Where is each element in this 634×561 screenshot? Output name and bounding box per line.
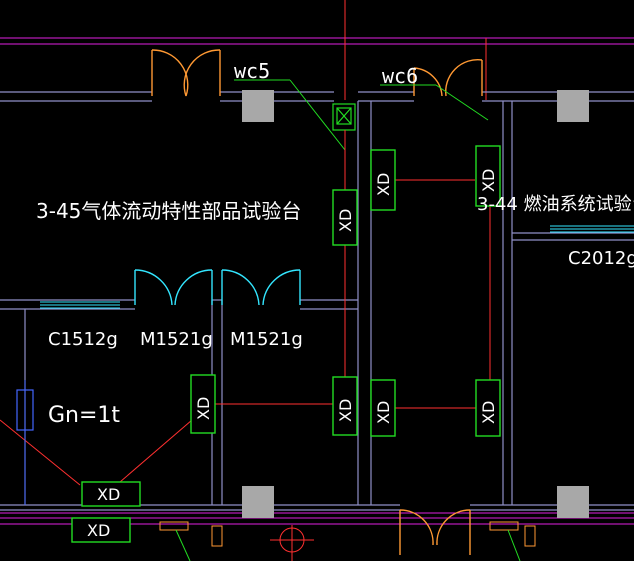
xd-box: XD <box>332 376 358 436</box>
svg-text:XD: XD <box>479 169 498 192</box>
walls <box>0 91 634 511</box>
door-top-left <box>151 49 221 97</box>
svg-text:XD: XD <box>479 401 498 424</box>
door-bottom <box>399 509 471 555</box>
door-wc6 <box>413 59 483 97</box>
xd-box: XD <box>71 517 131 543</box>
svg-text:XD: XD <box>194 397 213 420</box>
xd-box: XD <box>370 149 396 211</box>
equipment-label-gn: Gn=1t <box>48 403 120 428</box>
fan-unit <box>332 103 356 131</box>
svg-text:XD: XD <box>374 401 393 424</box>
xd-box: XD <box>81 481 141 507</box>
window-label-c1512: C1512g <box>48 329 118 350</box>
window-c2012 <box>550 225 634 233</box>
svg-text:XD: XD <box>336 399 355 422</box>
columns <box>242 90 589 518</box>
xd-box: XD <box>370 379 396 437</box>
svg-text:XD: XD <box>97 485 120 504</box>
door-label-m1521-b: M1521g <box>230 329 303 350</box>
bottom-devices <box>159 521 536 561</box>
door-m1521-b <box>221 269 301 306</box>
svg-text:XD: XD <box>374 173 393 196</box>
door-label-wc5: wc5 <box>234 59 270 83</box>
window-c1512 <box>40 301 120 309</box>
door-label-wc6: wc6 <box>382 64 418 88</box>
xd-box: XD <box>332 189 358 246</box>
axis-grid-lines <box>0 37 634 525</box>
xd-box: XD <box>475 379 501 437</box>
xd-box: XD <box>190 374 216 434</box>
svg-text:XD: XD <box>336 209 355 232</box>
room-label-right: 3-44 燃油系统试验台 <box>477 194 634 215</box>
window-label-c2012: C2012g <box>568 248 634 269</box>
door-m1521-a <box>134 269 213 306</box>
cad-floor-plan: XD XD XD XD XD XD XD XD XD 3-45气体流动特性部品试… <box>0 0 634 561</box>
room-label-left: 3-45气体流动特性部品试验台 <box>36 199 301 223</box>
door-label-m1521-a: M1521g <box>140 329 213 350</box>
svg-text:XD: XD <box>87 521 110 540</box>
crane-gn <box>16 380 34 505</box>
